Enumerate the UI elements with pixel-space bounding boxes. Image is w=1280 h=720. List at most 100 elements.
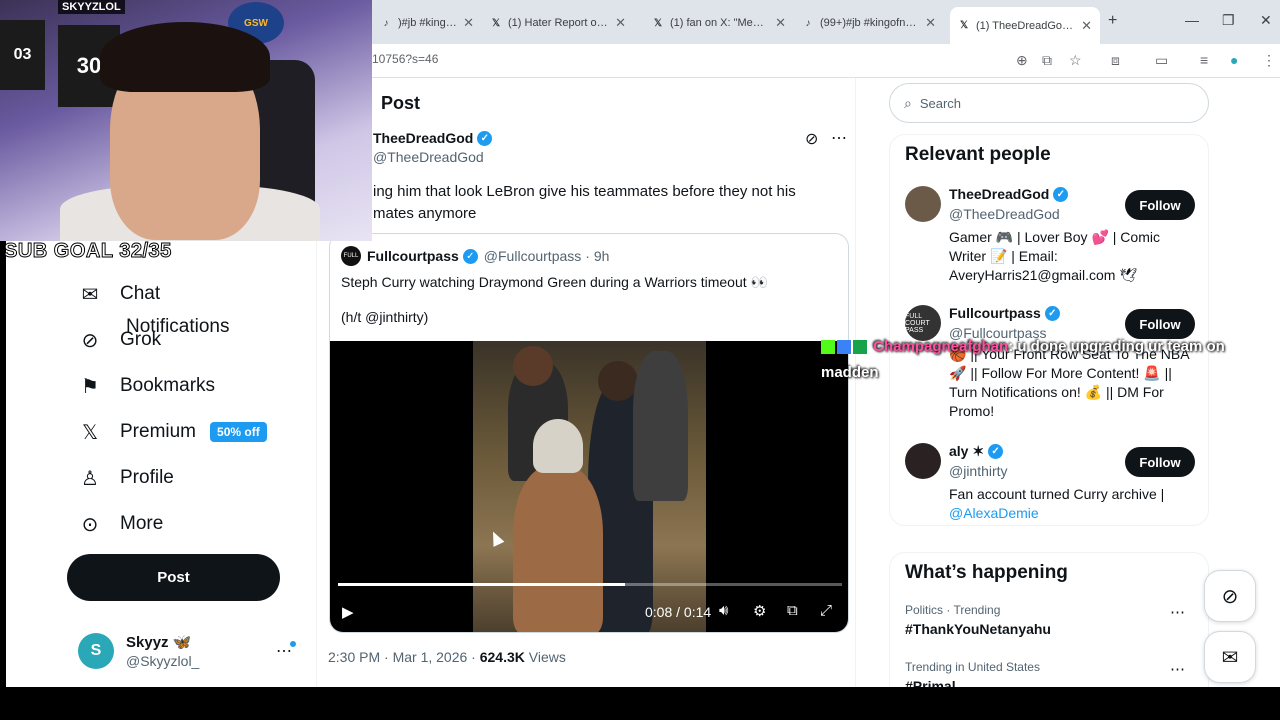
close-icon[interactable]: ✕ xyxy=(775,15,786,31)
grok-icon[interactable]: ⊘ xyxy=(805,129,818,149)
more-icon[interactable]: ⋯ xyxy=(831,128,847,148)
video-player[interactable]: ▶ 0:08 / 0:14 🔊︎ ⚙ ⧉ ⤢ xyxy=(330,341,848,632)
nav-item-grok[interactable]: ⊘ Grok xyxy=(78,325,162,355)
quoted-text: Steph Curry watching Draymond Green duri… xyxy=(341,274,768,290)
author-name[interactable]: TheeDreadGod ✓ xyxy=(373,130,493,146)
nav-label: Bookmarks xyxy=(120,375,216,396)
stream-chat-message: Champagneafghan: u done upgrading ur tea… xyxy=(821,334,1276,386)
more-icon[interactable]: ⋯ xyxy=(1170,603,1185,621)
quoted-author-handle: @Fullcourtpass xyxy=(483,248,582,264)
tiktok-icon: ♪ xyxy=(383,17,389,29)
verified-icon: ✓ xyxy=(477,130,493,146)
tab-theedreadgod[interactable]: 𝕏 (1) TheeDreadGod on ✕ xyxy=(950,7,1100,44)
kick-icon xyxy=(821,340,835,355)
nav-item-profile[interactable]: ♙ Profile xyxy=(78,463,174,493)
trend-category: Politics · Trending xyxy=(905,603,1001,617)
envelope-icon: ✉ xyxy=(1221,646,1239,669)
minimize-icon[interactable]: — xyxy=(1185,12,1199,28)
verified-icon: ✓ xyxy=(1053,186,1069,202)
person-card[interactable]: aly ✶ ✓ @jinthirty Fan account turned Cur… xyxy=(905,443,1205,523)
media-icon[interactable]: ≡ xyxy=(1200,52,1208,68)
author-handle[interactable]: @TheeDreadGod xyxy=(373,149,484,165)
post-button[interactable]: Post xyxy=(67,554,280,601)
side-panel-icon[interactable]: ▭ xyxy=(1155,52,1168,69)
follow-button[interactable]: Follow xyxy=(1125,190,1195,220)
avatar: FULL xyxy=(341,246,361,266)
follow-button[interactable]: Follow xyxy=(1125,447,1195,477)
post-timestamp[interactable]: 2:30 PM · Mar 1, 2026 · xyxy=(328,649,476,665)
bookmark-icon: ⚑ xyxy=(81,375,99,398)
video-time: 0:08 / 0:14 xyxy=(645,604,712,620)
trend-category: Trending in United States xyxy=(905,660,1040,674)
trend-title: #ThankYouNetanyahu xyxy=(905,621,1051,637)
star-icon[interactable]: ☆ xyxy=(1069,52,1082,69)
badge-icon xyxy=(837,340,851,355)
pip-icon[interactable]: ⧉ xyxy=(787,602,798,619)
tab-hater-report[interactable]: 𝕏 (1) Hater Report on X ✕ xyxy=(482,9,634,37)
grok-float-button[interactable]: ⊘ xyxy=(1204,570,1256,622)
tab-title: (1) TheeDreadGod on xyxy=(976,19,1076,32)
close-icon[interactable]: ✕ xyxy=(615,15,626,31)
trend-item[interactable]: Trending in United States #Primal ⋯ xyxy=(905,660,1195,687)
quoted-tweet[interactable]: FULL Fullcourtpass ✓ @Fullcourtpass · 9h… xyxy=(329,233,849,633)
person-name: TheeDreadGod ✓ xyxy=(949,186,1069,202)
volume-icon[interactable]: 🔊︎ xyxy=(719,602,728,619)
play-icon[interactable]: ▶ xyxy=(342,603,354,621)
close-icon[interactable]: ✕ xyxy=(463,15,474,31)
badge-icon xyxy=(853,340,867,355)
account-switcher[interactable]: S Skyyz 🦋 @Skyyzlol_ ⋯ xyxy=(78,633,298,673)
trend-item[interactable]: Politics · Trending #ThankYouNetanyahu ⋯ xyxy=(905,603,1195,637)
maximize-icon[interactable]: ❐ xyxy=(1222,12,1235,29)
tab-title: )#jb #kingofny # xyxy=(398,17,457,29)
jersey-decoration: 03 xyxy=(0,20,45,90)
menu-icon[interactable]: ⋮ xyxy=(1262,52,1276,69)
window-close-icon[interactable]: ✕ xyxy=(1260,12,1272,29)
tab-tiktok-2[interactable]: ♪ (99+)#jb #kingofny # ✕ xyxy=(794,9,944,37)
quoted-time: · 9h xyxy=(585,248,610,264)
close-icon[interactable]: ✕ xyxy=(925,15,936,31)
nav-item-bookmarks[interactable]: ⚑ Bookmarks xyxy=(78,371,215,401)
extensions-icon[interactable]: ⧈ xyxy=(1111,52,1120,69)
views-count: 624.3K xyxy=(479,649,525,665)
avatar xyxy=(905,443,941,479)
panel-title: What’s happening xyxy=(905,562,1068,583)
video-progress-bar[interactable] xyxy=(338,583,842,586)
nav-item-more[interactable]: ⊙ More xyxy=(78,509,164,539)
fullscreen-icon[interactable]: ⤢ xyxy=(820,602,832,619)
more-icon[interactable]: ⋯ xyxy=(1170,660,1185,678)
nav-label: Profile xyxy=(120,467,174,488)
search-placeholder: Search xyxy=(919,95,962,111)
tab-title: (99+)#jb #kingofny # xyxy=(820,17,920,29)
nav-label: Premium xyxy=(120,421,197,442)
video-frame xyxy=(473,341,706,632)
tweet-text: ing him that look LeBron give his teamma… xyxy=(373,183,796,222)
quoted-author-name[interactable]: Fullcourtpass xyxy=(367,248,459,264)
nav-item-premium[interactable]: 𝕏 Premium 50% off xyxy=(78,417,267,447)
x-icon: 𝕏 xyxy=(959,20,969,31)
close-icon[interactable]: ✕ xyxy=(1081,18,1092,34)
url-text[interactable]: 10756?s=46 xyxy=(372,52,438,66)
discount-badge: 50% off xyxy=(210,422,267,442)
bio-link[interactable]: @AlexaDemie xyxy=(949,505,1039,521)
avatar xyxy=(905,186,941,222)
settings-icon[interactable]: ⚙ xyxy=(753,602,766,620)
more-circle-icon: ⊙ xyxy=(81,513,99,536)
account-name: Skyyz 🦋 xyxy=(126,634,192,651)
tab-title: (1) Hater Report on X xyxy=(508,17,610,29)
notification-dot xyxy=(290,641,296,647)
tab-title: (1) fan on X: "Messi fa xyxy=(670,17,770,29)
main-column: Post TheeDreadGod ✓ @TheeDreadGod ⊘ ⋯ in… xyxy=(316,78,856,687)
profile-avatar-icon[interactable]: ● xyxy=(1230,52,1238,68)
nav-item-chat[interactable]: ✉ Chat xyxy=(78,279,161,309)
person-card[interactable]: TheeDreadGod ✓ @TheeDreadGod Gamer 🎮 | Lo… xyxy=(905,186,1205,286)
zoom-icon[interactable]: ⊕ xyxy=(1016,52,1028,69)
tab-tiktok-1[interactable]: ♪ )#jb #kingofny # ✕ xyxy=(372,9,482,37)
new-tab-button[interactable]: + xyxy=(1108,12,1117,30)
views-label: Views xyxy=(528,649,566,665)
messages-float-button[interactable]: ✉ xyxy=(1204,631,1256,683)
search-input[interactable]: ⌕ Search xyxy=(889,83,1209,123)
sub-goal-overlay: SUB GOAL 32/35 xyxy=(4,240,172,263)
install-icon[interactable]: ⧉ xyxy=(1042,52,1052,69)
person-name: Fullcourtpass ✓ xyxy=(949,305,1060,321)
tab-fan-messi[interactable]: 𝕏 (1) fan on X: "Messi fa ✕ xyxy=(644,9,794,37)
